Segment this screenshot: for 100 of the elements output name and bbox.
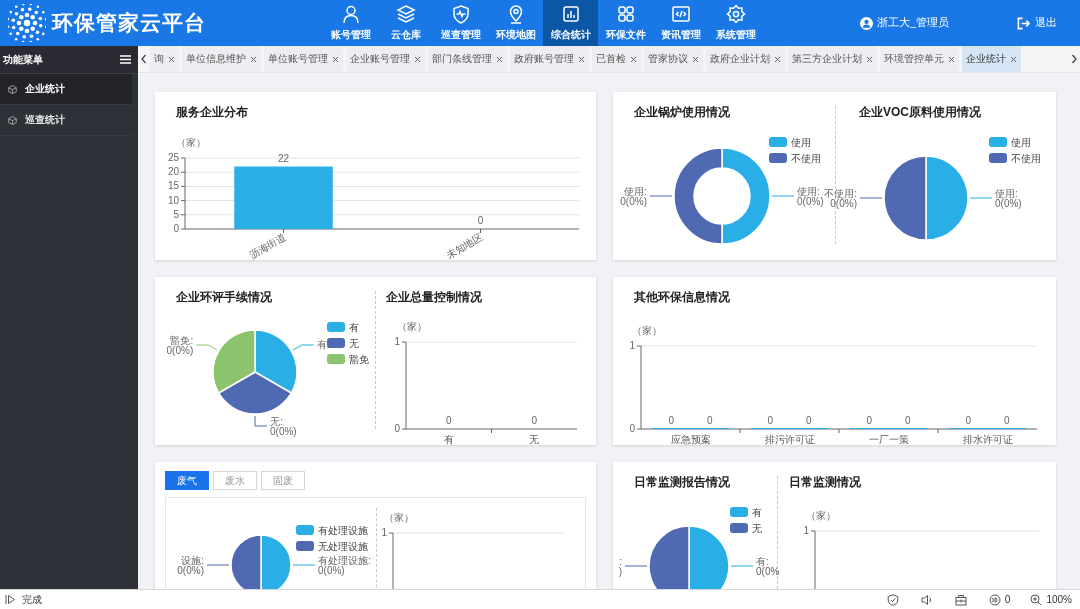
menu-title: 功能菜单 [3, 52, 43, 67]
slice-label: 使用: 0(0%) [620, 185, 647, 207]
slice-label: 使用: 0(0%) [995, 187, 1022, 209]
nav-tab[interactable]: 巡查管理 [433, 0, 488, 46]
settings-icon [725, 4, 746, 24]
category-label: 排污许可证 [764, 434, 815, 445]
page-tab[interactable]: 管家协议 [644, 46, 703, 72]
page-tab[interactable]: 政府账号管理 [510, 46, 589, 72]
speaker-icon[interactable] [920, 593, 933, 606]
leader-line [859, 197, 883, 199]
page-tab[interactable]: 单位信息维护 [182, 46, 261, 72]
leader-line [206, 564, 230, 566]
page-tab[interactable]: 单位账号管理 [264, 46, 343, 72]
nav-tab[interactable]: 综合统计 [543, 0, 598, 46]
axis-unit: （家） [806, 510, 836, 521]
nav-tab[interactable]: 资讯管理 [653, 0, 708, 46]
value-label: 0 [445, 415, 452, 426]
close-icon[interactable] [578, 55, 585, 63]
sidebar-item[interactable]: 巡查统计 [0, 105, 132, 136]
slice-label: 不使用: 0(0%) [824, 187, 857, 209]
chart-title: 企业总量控制情况 [385, 291, 483, 303]
badge-icon[interactable] [988, 593, 1001, 606]
nav-tab[interactable]: 环保文件 [598, 0, 653, 46]
chart-title: 日常监测报告情况 [633, 476, 731, 488]
play-icon[interactable] [5, 594, 16, 605]
legend-label: 有处理设施 [318, 524, 368, 536]
close-icon[interactable] [414, 55, 421, 63]
legend-label: 使用 [791, 136, 811, 148]
leader-line [195, 344, 218, 351]
slice-label: 设施: 0(0%) [177, 554, 204, 576]
close-icon[interactable] [250, 55, 257, 63]
category-label: 有 [443, 434, 454, 445]
legend-label: 不使用 [1011, 152, 1041, 164]
y-axis [388, 532, 394, 589]
code-icon [670, 4, 691, 24]
box-icon[interactable] [954, 593, 967, 606]
close-icon[interactable] [866, 55, 873, 63]
leader-line [771, 195, 795, 197]
tick-label: 1 [381, 527, 387, 538]
leader-line [649, 195, 673, 197]
page-tab[interactable]: 询 [150, 46, 179, 72]
zoom-level: 100% [1046, 594, 1072, 605]
cube-icon [8, 115, 17, 125]
nav-tab[interactable]: 系统管理 [708, 0, 763, 46]
value-label: 0 [806, 415, 812, 426]
filter-tab[interactable]: 废气 [165, 471, 209, 490]
page-tab[interactable]: 企业统计 [962, 46, 1021, 72]
logo-icon [8, 4, 46, 42]
close-icon[interactable] [630, 55, 637, 63]
tick-label: 20 [167, 166, 179, 178]
page-tab[interactable]: 第三方企业计划 [788, 46, 877, 72]
tick-label: 0 [629, 423, 635, 434]
chart-title: 其他环保信息情况 [633, 291, 731, 303]
bar-chart-icon [560, 4, 581, 24]
leader-line [254, 415, 268, 427]
legend-label: 使用 [1011, 136, 1031, 148]
slice-label: : ) [618, 555, 622, 577]
logout-button[interactable]: 退出 [1017, 16, 1057, 30]
menu-icon[interactable] [120, 55, 131, 64]
page-tab[interactable]: 部门条线管理 [428, 46, 507, 72]
category-label: 无 [529, 434, 540, 445]
close-icon[interactable] [774, 55, 781, 63]
value-label: 0 [1004, 415, 1010, 426]
category-label: 应急预案 [670, 434, 711, 445]
user-icon [340, 4, 361, 24]
nav-tab[interactable]: 环境地图 [488, 0, 543, 46]
cube-icon [8, 84, 17, 94]
shield-icon[interactable] [886, 593, 899, 606]
close-icon[interactable] [332, 55, 339, 63]
sidebar-item[interactable]: 企业统计 [0, 74, 132, 105]
page-tab[interactable]: 环境管控单元 [880, 46, 959, 72]
legend-label: 无处理设施 [318, 540, 368, 552]
value-label: 0 [531, 415, 538, 426]
close-icon[interactable] [1010, 55, 1017, 63]
slice-label: 有处理设施: 0(0%) [318, 554, 371, 576]
nav-tab[interactable]: 云仓库 [378, 0, 433, 46]
value-label: 0 [767, 415, 773, 426]
leader-line [730, 565, 754, 567]
tick-label: 1 [803, 525, 809, 536]
chart-title: 服务企业分布 [175, 106, 249, 118]
zoom-icon[interactable] [1030, 593, 1043, 606]
close-icon[interactable] [496, 55, 503, 63]
page-tab[interactable]: 政府企业计划 [706, 46, 785, 72]
page-tab[interactable]: 已首检 [592, 46, 641, 72]
close-icon[interactable] [948, 55, 955, 63]
close-icon[interactable] [692, 55, 699, 63]
nav-tab[interactable]: 账号管理 [323, 0, 378, 46]
category-label: 一厂一策 [868, 434, 909, 445]
tick-label: 5 [173, 208, 179, 220]
value-label: 0 [905, 415, 911, 426]
status-count: 0 [1004, 594, 1011, 605]
tick-label: 10 [167, 194, 179, 206]
grid-icon [615, 4, 636, 24]
leader-line [624, 565, 648, 567]
user-name: 浙工大_管理员 [877, 16, 949, 30]
close-icon[interactable] [168, 55, 175, 63]
page-tab[interactable]: 企业账号管理 [346, 46, 425, 72]
category-label: 沥海街道 [247, 231, 288, 260]
tick-label: 1 [629, 340, 635, 351]
legend-label: 无 [752, 522, 762, 534]
